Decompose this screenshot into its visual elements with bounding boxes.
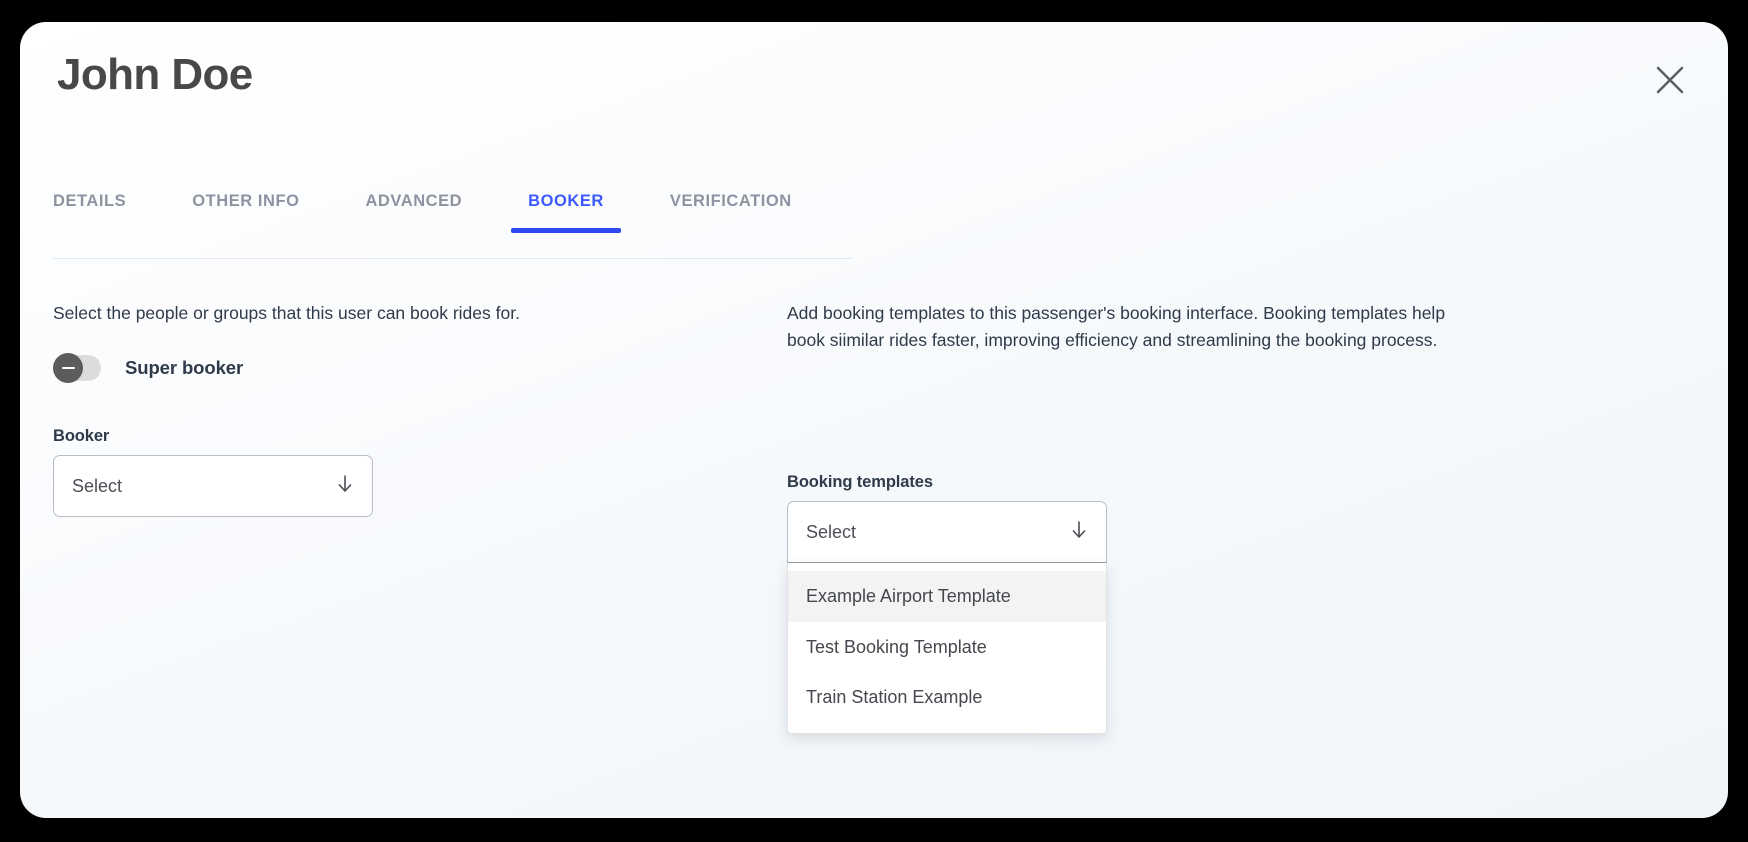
booking-templates-field-label: Booking templates <box>787 473 933 492</box>
booking-templates-dropdown: Example Airport Template Test Booking Te… <box>787 563 1107 734</box>
toggle-knob <box>53 353 83 384</box>
booking-templates-select[interactable]: Select <box>787 501 1107 564</box>
tab-other-info[interactable]: OTHER INFO <box>192 192 299 233</box>
booker-field: Booker Select <box>53 427 743 518</box>
dropdown-option-train-station-example[interactable]: Train Station Example <box>788 672 1106 723</box>
page-title: John Doe <box>57 50 253 99</box>
screen: John Doe DETAILS OTHER INFO ADVANCED BOO… <box>0 0 1748 842</box>
booker-select-value: Select <box>72 475 123 496</box>
arrow-down-icon <box>1068 519 1090 546</box>
tab-verification[interactable]: VERIFICATION <box>670 192 792 233</box>
tabs-divider <box>53 258 853 259</box>
booking-templates-panel: Add booking templates to this passenger'… <box>787 300 1487 734</box>
booking-templates-description: Add booking templates to this passenger'… <box>787 303 1446 351</box>
booking-templates-field: Booking templates Select Example Airport… <box>787 473 1487 734</box>
tab-advanced[interactable]: ADVANCED <box>365 192 462 233</box>
booker-field-label: Booker <box>53 427 110 446</box>
tab-details[interactable]: DETAILS <box>53 192 126 233</box>
close-button[interactable] <box>1644 54 1696 106</box>
arrow-down-icon <box>334 473 356 500</box>
booker-select[interactable]: Select <box>53 455 373 518</box>
super-booker-row: Super booker <box>53 353 743 384</box>
tab-booker[interactable]: BOOKER <box>511 192 621 233</box>
minus-icon <box>61 366 75 370</box>
booking-templates-select-value: Select <box>806 521 857 542</box>
tab-bar: DETAILS OTHER INFO ADVANCED BOOKER VERIF… <box>53 192 853 258</box>
booker-panel: Select the people or groups that this us… <box>53 300 743 518</box>
super-booker-toggle[interactable] <box>53 353 101 384</box>
dropdown-option-test-booking-template[interactable]: Test Booking Template <box>788 622 1106 673</box>
close-icon <box>1650 60 1690 100</box>
dropdown-option-example-airport-template[interactable]: Example Airport Template <box>788 571 1106 622</box>
super-booker-label: Super booker <box>125 357 244 379</box>
booker-description: Select the people or groups that this us… <box>53 303 520 323</box>
booking-templates-select-wrap: Select Example Airport Template Test Boo… <box>787 501 1107 734</box>
user-detail-modal: John Doe DETAILS OTHER INFO ADVANCED BOO… <box>20 22 1728 818</box>
